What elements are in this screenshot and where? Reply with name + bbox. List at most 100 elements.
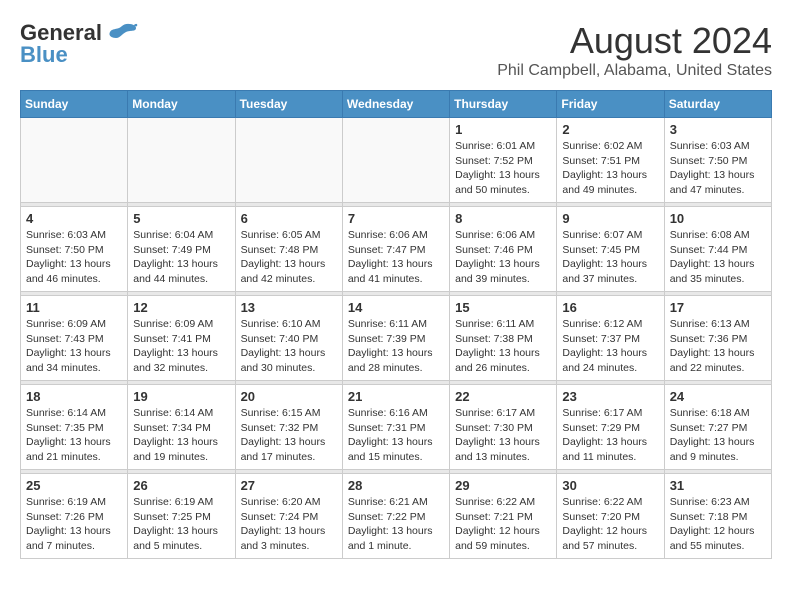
day-of-week-header: Friday (557, 91, 664, 118)
day-number: 20 (241, 389, 337, 404)
calendar-day-cell: 12 Sunrise: 6:09 AM Sunset: 7:41 PM Dayli… (128, 296, 235, 381)
calendar-day-cell: 18 Sunrise: 6:14 AM Sunset: 7:35 PM Dayli… (21, 385, 128, 470)
calendar-day-cell (21, 118, 128, 203)
calendar-week-row: 18 Sunrise: 6:14 AM Sunset: 7:35 PM Dayli… (21, 385, 772, 470)
calendar-day-cell: 6 Sunrise: 6:05 AM Sunset: 7:48 PM Daylig… (235, 207, 342, 292)
calendar-day-cell: 23 Sunrise: 6:17 AM Sunset: 7:29 PM Dayli… (557, 385, 664, 470)
day-detail: Sunrise: 6:14 AM Sunset: 7:35 PM Dayligh… (26, 406, 122, 465)
calendar-day-cell: 7 Sunrise: 6:06 AM Sunset: 7:47 PM Daylig… (342, 207, 449, 292)
calendar-day-cell: 4Sunrise: 6:03 AM Sunset: 7:50 PM Daylig… (21, 207, 128, 292)
day-number: 16 (562, 300, 658, 315)
day-number: 22 (455, 389, 551, 404)
day-detail: Sunrise: 6:12 AM Sunset: 7:37 PM Dayligh… (562, 317, 658, 376)
calendar-day-cell: 21Sunrise: 6:16 AM Sunset: 7:31 PM Dayli… (342, 385, 449, 470)
day-of-week-header: Thursday (450, 91, 557, 118)
calendar-day-cell: 13Sunrise: 6:10 AM Sunset: 7:40 PM Dayli… (235, 296, 342, 381)
page-header: General Blue August 2024 Phil Campbell, … (20, 20, 772, 80)
day-detail: Sunrise: 6:13 AM Sunset: 7:36 PM Dayligh… (670, 317, 766, 376)
calendar-day-cell: 29Sunrise: 6:22 AM Sunset: 7:21 PM Dayli… (450, 474, 557, 559)
calendar-day-cell (342, 118, 449, 203)
calendar-day-cell: 25 Sunrise: 6:19 AM Sunset: 7:26 PM Dayli… (21, 474, 128, 559)
calendar-week-row: 11Sunrise: 6:09 AM Sunset: 7:43 PM Dayli… (21, 296, 772, 381)
day-detail: Sunrise: 6:14 AM Sunset: 7:34 PM Dayligh… (133, 406, 229, 465)
calendar-day-cell: 16 Sunrise: 6:12 AM Sunset: 7:37 PM Dayli… (557, 296, 664, 381)
day-detail: Sunrise: 6:20 AM Sunset: 7:24 PM Dayligh… (241, 495, 337, 554)
calendar-day-cell: 15 Sunrise: 6:11 AM Sunset: 7:38 PM Dayli… (450, 296, 557, 381)
day-number: 12 (133, 300, 229, 315)
day-detail: Sunrise: 6:18 AM Sunset: 7:27 PM Dayligh… (670, 406, 766, 465)
calendar-day-cell (235, 118, 342, 203)
day-number: 31 (670, 478, 766, 493)
day-detail: Sunrise: 6:19 AM Sunset: 7:26 PM Dayligh… (26, 495, 122, 554)
calendar-day-cell: 22 Sunrise: 6:17 AM Sunset: 7:30 PM Dayli… (450, 385, 557, 470)
calendar-day-cell: 9 Sunrise: 6:07 AM Sunset: 7:45 PM Daylig… (557, 207, 664, 292)
day-number: 4 (26, 211, 122, 226)
day-detail: Sunrise: 6:08 AM Sunset: 7:44 PM Dayligh… (670, 228, 766, 287)
day-detail: Sunrise: 6:01 AM Sunset: 7:52 PM Dayligh… (455, 139, 551, 198)
calendar-day-cell: 14Sunrise: 6:11 AM Sunset: 7:39 PM Dayli… (342, 296, 449, 381)
day-of-week-header: Saturday (664, 91, 771, 118)
day-number: 25 (26, 478, 122, 493)
calendar-day-cell: 10Sunrise: 6:08 AM Sunset: 7:44 PM Dayli… (664, 207, 771, 292)
calendar-week-row: 25 Sunrise: 6:19 AM Sunset: 7:26 PM Dayli… (21, 474, 772, 559)
day-detail: Sunrise: 6:17 AM Sunset: 7:30 PM Dayligh… (455, 406, 551, 465)
day-detail: Sunrise: 6:21 AM Sunset: 7:22 PM Dayligh… (348, 495, 444, 554)
day-number: 7 (348, 211, 444, 226)
day-number: 19 (133, 389, 229, 404)
day-detail: Sunrise: 6:06 AM Sunset: 7:47 PM Dayligh… (348, 228, 444, 287)
day-detail: Sunrise: 6:09 AM Sunset: 7:41 PM Dayligh… (133, 317, 229, 376)
day-number: 6 (241, 211, 337, 226)
day-detail: Sunrise: 6:04 AM Sunset: 7:49 PM Dayligh… (133, 228, 229, 287)
day-detail: Sunrise: 6:22 AM Sunset: 7:21 PM Dayligh… (455, 495, 551, 554)
calendar-day-cell: 17Sunrise: 6:13 AM Sunset: 7:36 PM Dayli… (664, 296, 771, 381)
logo: General Blue (20, 20, 138, 68)
day-number: 11 (26, 300, 122, 315)
day-detail: Sunrise: 6:03 AM Sunset: 7:50 PM Dayligh… (670, 139, 766, 198)
logo-blue-text: Blue (20, 42, 68, 68)
day-detail: Sunrise: 6:19 AM Sunset: 7:25 PM Dayligh… (133, 495, 229, 554)
day-number: 15 (455, 300, 551, 315)
calendar-day-cell: 30 Sunrise: 6:22 AM Sunset: 7:20 PM Dayli… (557, 474, 664, 559)
day-number: 14 (348, 300, 444, 315)
calendar-week-row: 1Sunrise: 6:01 AM Sunset: 7:52 PM Daylig… (21, 118, 772, 203)
day-detail: Sunrise: 6:02 AM Sunset: 7:51 PM Dayligh… (562, 139, 658, 198)
day-number: 30 (562, 478, 658, 493)
day-detail: Sunrise: 6:10 AM Sunset: 7:40 PM Dayligh… (241, 317, 337, 376)
calendar-day-cell: 26Sunrise: 6:19 AM Sunset: 7:25 PM Dayli… (128, 474, 235, 559)
calendar-day-cell: 2 Sunrise: 6:02 AM Sunset: 7:51 PM Daylig… (557, 118, 664, 203)
day-number: 24 (670, 389, 766, 404)
page-subtitle: Phil Campbell, Alabama, United States (497, 62, 772, 80)
calendar-day-cell: 31 Sunrise: 6:23 AM Sunset: 7:18 PM Dayli… (664, 474, 771, 559)
calendar-day-cell: 27 Sunrise: 6:20 AM Sunset: 7:24 PM Dayli… (235, 474, 342, 559)
calendar-week-row: 4Sunrise: 6:03 AM Sunset: 7:50 PM Daylig… (21, 207, 772, 292)
day-number: 9 (562, 211, 658, 226)
day-number: 2 (562, 122, 658, 137)
day-of-week-header: Sunday (21, 91, 128, 118)
calendar-day-cell: 24 Sunrise: 6:18 AM Sunset: 7:27 PM Dayli… (664, 385, 771, 470)
day-detail: Sunrise: 6:06 AM Sunset: 7:46 PM Dayligh… (455, 228, 551, 287)
day-detail: Sunrise: 6:17 AM Sunset: 7:29 PM Dayligh… (562, 406, 658, 465)
day-number: 28 (348, 478, 444, 493)
day-detail: Sunrise: 6:07 AM Sunset: 7:45 PM Dayligh… (562, 228, 658, 287)
day-number: 8 (455, 211, 551, 226)
logo-bird-icon (106, 22, 138, 44)
calendar-day-cell: 20 Sunrise: 6:15 AM Sunset: 7:32 PM Dayli… (235, 385, 342, 470)
calendar-table: SundayMondayTuesdayWednesdayThursdayFrid… (20, 90, 772, 559)
calendar-day-cell: 3 Sunrise: 6:03 AM Sunset: 7:50 PM Daylig… (664, 118, 771, 203)
day-detail: Sunrise: 6:22 AM Sunset: 7:20 PM Dayligh… (562, 495, 658, 554)
day-detail: Sunrise: 6:15 AM Sunset: 7:32 PM Dayligh… (241, 406, 337, 465)
day-detail: Sunrise: 6:05 AM Sunset: 7:48 PM Dayligh… (241, 228, 337, 287)
day-number: 18 (26, 389, 122, 404)
day-of-week-header: Monday (128, 91, 235, 118)
page-title: August 2024 (497, 20, 772, 62)
day-detail: Sunrise: 6:16 AM Sunset: 7:31 PM Dayligh… (348, 406, 444, 465)
day-number: 23 (562, 389, 658, 404)
day-number: 3 (670, 122, 766, 137)
day-detail: Sunrise: 6:23 AM Sunset: 7:18 PM Dayligh… (670, 495, 766, 554)
day-detail: Sunrise: 6:11 AM Sunset: 7:38 PM Dayligh… (455, 317, 551, 376)
calendar-day-cell: 8 Sunrise: 6:06 AM Sunset: 7:46 PM Daylig… (450, 207, 557, 292)
day-of-week-header: Wednesday (342, 91, 449, 118)
calendar-day-cell: 19 Sunrise: 6:14 AM Sunset: 7:34 PM Dayli… (128, 385, 235, 470)
calendar-day-cell: 1Sunrise: 6:01 AM Sunset: 7:52 PM Daylig… (450, 118, 557, 203)
day-number: 27 (241, 478, 337, 493)
